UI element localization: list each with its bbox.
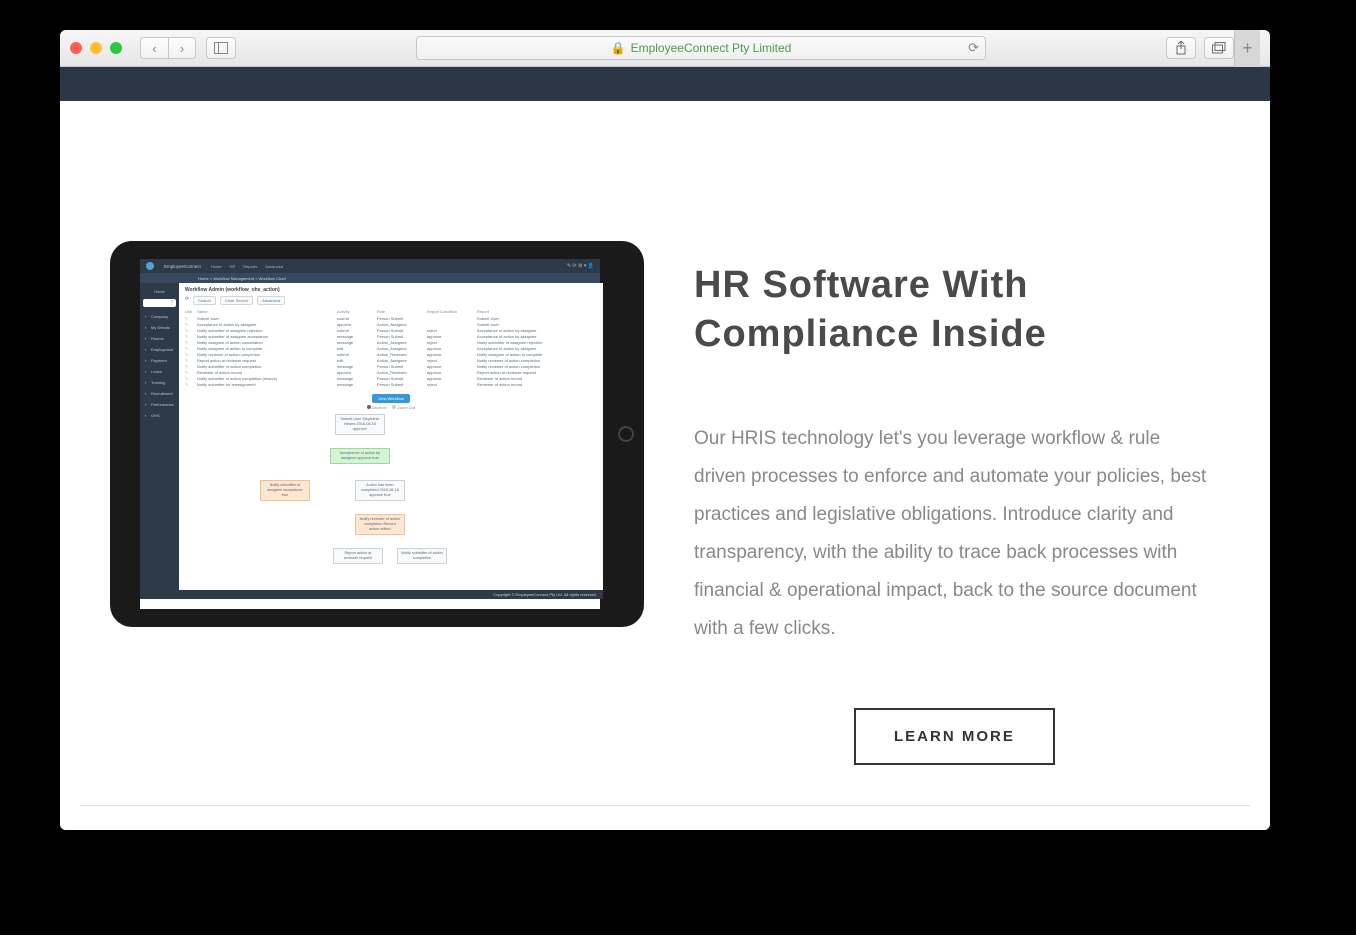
- refresh-icon: ⟳: [185, 296, 189, 305]
- new-tab-button[interactable]: +: [1234, 30, 1260, 67]
- close-icon[interactable]: [70, 42, 82, 54]
- sidenav-list: ▪Company ▪My Details ▪Rooms ▪Employment …: [143, 311, 176, 421]
- forward-button[interactable]: ›: [168, 37, 196, 59]
- search-button: Search: [193, 296, 216, 305]
- table-header: Link Name Activity Role Report Condition…: [185, 309, 597, 314]
- sidenav-search: [143, 299, 176, 307]
- flowchart: Submit User Stephanie Hewes 2016-08-16 a…: [185, 414, 597, 564]
- table-row: ✎Submit UsersubmitPerson SubmitSubmit Us…: [185, 316, 597, 321]
- nav-buttons: ‹ ›: [140, 37, 196, 59]
- tablet-home-button: [618, 426, 634, 442]
- workflow-title: Workflow Admin (workflow_ohs_action): [185, 287, 597, 293]
- flow-node: Report action at reviewer request: [333, 548, 383, 564]
- table-row: ✎Notify assignee of action cancellationm…: [185, 340, 597, 345]
- table-row: ✎Notify submitter of action completion (…: [185, 376, 597, 381]
- share-button[interactable]: [1166, 37, 1196, 59]
- section-heading: HR Software With Compliance Inside: [694, 261, 1210, 360]
- nav-home: Home: [143, 287, 176, 296]
- sidenav-item: ▪Company: [143, 311, 176, 322]
- app-workarea: Workflow Admin (workflow_ohs_action) ⟳ S…: [179, 283, 603, 599]
- section-divider: [80, 805, 1250, 806]
- sidenav-item: ▪Leave: [143, 366, 176, 377]
- flow-node: Notify submitter of action completion: [397, 548, 447, 564]
- app-breadcrumb: Home > Workflow Management > Workflow Ch…: [140, 273, 600, 283]
- address-label: EmployeeConnect Pty Limited: [631, 41, 792, 55]
- app-topbar: EmployeeConnect Home HR Reports Advanced…: [140, 259, 600, 273]
- table-row: ✎Notify reviewer of action completionsub…: [185, 352, 597, 357]
- topnav-reports: Reports: [243, 264, 257, 269]
- table-row: ✎Notify submitter of action completionme…: [185, 364, 597, 369]
- app-body: Home ▪Company ▪My Details ▪Rooms ▪Employ…: [140, 283, 600, 599]
- topnav-home: Home: [211, 264, 222, 269]
- sidenav-item: ▪Rooms: [143, 333, 176, 344]
- tabs-button[interactable]: [1204, 37, 1234, 59]
- advanced-button: Advanced: [257, 296, 285, 305]
- flow-node: Notify reviewer of action completion Rec…: [355, 514, 405, 535]
- table-row: ✎Notify assignee of action to completeed…: [185, 346, 597, 351]
- sidenav-item: ▪Employment: [143, 344, 176, 355]
- flow-node: Action has been completed 2016-08-16 app…: [355, 480, 405, 501]
- zoom-legend: Zoom In Zoom Out: [185, 405, 597, 410]
- app-brand: EmployeeConnect: [164, 264, 201, 269]
- table-row: ✎Notify submitter for reassignmentmessag…: [185, 382, 597, 387]
- site-header-band: [60, 67, 1270, 101]
- table-body: ✎Submit UsersubmitPerson SubmitSubmit Us…: [185, 316, 597, 387]
- topnav-hr: HR: [229, 264, 235, 269]
- share-icon: [1175, 41, 1187, 55]
- table-row: ✎Report action at reviewer requesteditAc…: [185, 358, 597, 363]
- sidebar-toggle-button[interactable]: [206, 37, 236, 59]
- sidenav-item: ▪Payment: [143, 355, 176, 366]
- table-row: ✎Notify submitter of assignee rejections…: [185, 328, 597, 333]
- app-topnav: Home HR Reports Advanced: [211, 264, 283, 269]
- right-toolbar: [1166, 37, 1234, 59]
- sidenav-item: ▪OHS: [143, 410, 176, 421]
- sidenav-item: ▪My Details: [143, 322, 176, 333]
- back-button[interactable]: ‹: [140, 37, 168, 59]
- app-screenshot: EmployeeConnect Home HR Reports Advanced…: [140, 259, 600, 609]
- clear-button: Clear Search: [220, 296, 253, 305]
- section-body: Our HRIS technology let's you leverage w…: [694, 420, 1210, 648]
- app-logo-icon: [146, 262, 154, 270]
- address-bar[interactable]: 🔒 EmployeeConnect Pty Limited ⟳: [416, 36, 986, 60]
- safari-window: ‹ › 🔒 EmployeeConnect Pty Limited ⟳ +: [60, 30, 1270, 830]
- page-content: EmployeeConnect Home HR Reports Advanced…: [60, 67, 1270, 830]
- minimize-icon[interactable]: [90, 42, 102, 54]
- maximize-icon[interactable]: [110, 42, 122, 54]
- table-row: ✎Reviewer of action recordapproveAction_…: [185, 370, 597, 375]
- topnav-advanced: Advanced: [265, 264, 283, 269]
- app-sidenav: Home ▪Company ▪My Details ▪Rooms ▪Employ…: [140, 283, 179, 599]
- flow-node: Notify submitter of assignee acceptance …: [260, 480, 310, 501]
- sidebar-icon: [214, 42, 228, 54]
- sidenav-item: ▪Recruitment: [143, 388, 176, 399]
- flow-node: Acceptance of action by assignee approve…: [330, 448, 390, 464]
- app-top-icons: ✎ ⟳ ⚙ ▾ 👤: [567, 263, 594, 269]
- sidenav-item: ▪Training: [143, 377, 176, 388]
- text-column: HR Software With Compliance Inside Our H…: [694, 241, 1210, 765]
- toolbar: ⟳ Search Clear Search Advanced: [185, 296, 597, 305]
- reload-icon[interactable]: ⟳: [968, 40, 979, 56]
- learn-more-button[interactable]: LEARN MORE: [854, 708, 1055, 765]
- app-copyright: Copyright © EmployeeConnect Pty Ltd. All…: [179, 590, 603, 599]
- view-workflow-button: View Workflow: [372, 394, 410, 403]
- tabs-icon: [1212, 42, 1226, 54]
- window-controls: [70, 42, 122, 54]
- sidenav-item: ▪Performance: [143, 399, 176, 410]
- flow-node: Submit User Stephanie Hewes 2016-08-16 a…: [335, 414, 385, 435]
- content-row: EmployeeConnect Home HR Reports Advanced…: [60, 101, 1270, 805]
- lock-icon: 🔒: [611, 41, 626, 55]
- titlebar: ‹ › 🔒 EmployeeConnect Pty Limited ⟳ +: [60, 30, 1270, 67]
- tablet-mockup: EmployeeConnect Home HR Reports Advanced…: [110, 241, 644, 627]
- table-row: ✎Acceptance of action by assigneeapprove…: [185, 322, 597, 327]
- table-row: ✎Notify submitter of assignee acceptance…: [185, 334, 597, 339]
